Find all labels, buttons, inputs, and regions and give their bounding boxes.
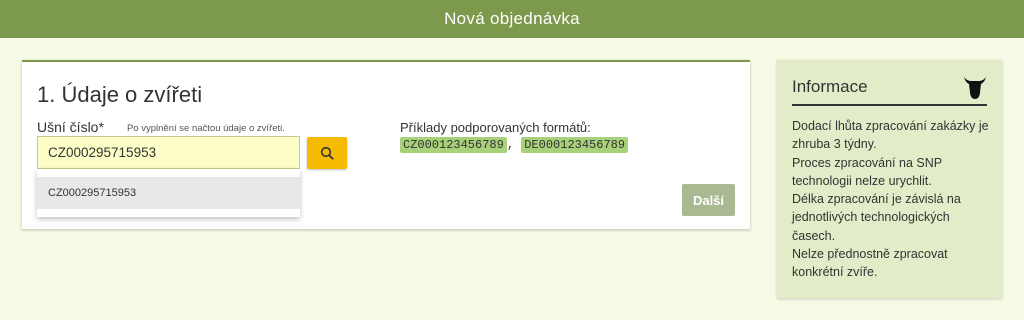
ear-number-label: Ušní číslo* xyxy=(37,119,104,135)
example-format-tag: DE000123456789 xyxy=(521,137,629,153)
ear-number-hint: Po vyplnění se načtou údaje o zvířeti. xyxy=(127,123,285,134)
page-title: Nová objednávka xyxy=(444,9,580,28)
example-format-tag: CZ000123456789 xyxy=(400,137,507,153)
section-title: 1. Údaje o zvířeti xyxy=(37,82,203,107)
examples-label: Příklady podporovaných formátů: xyxy=(400,120,591,135)
info-line: Nelze přednostně zpracovat konkrétní zví… xyxy=(792,247,948,280)
autocomplete-dropdown: CZ000295715953 xyxy=(37,169,300,217)
info-line: Proces zpracování na SNP technologii nel… xyxy=(792,155,942,188)
search-icon xyxy=(320,146,334,160)
info-text: Dodací lhůta zpracování zakázky je zhrub… xyxy=(792,117,992,282)
next-button[interactable]: Další xyxy=(682,184,735,216)
page-header: Nová objednávka xyxy=(0,0,1024,38)
info-title: Informace xyxy=(792,77,868,96)
animal-details-card: 1. Údaje o zvířeti Ušní číslo* Po vyplně… xyxy=(22,60,750,229)
info-header: Informace xyxy=(792,74,987,106)
info-panel: Informace Dodací lhůta zpracování zakázk… xyxy=(777,60,1002,298)
ear-number-input[interactable] xyxy=(37,136,300,169)
search-button[interactable] xyxy=(307,137,347,169)
autocomplete-option[interactable]: CZ000295715953 xyxy=(37,177,300,209)
cow-head-icon xyxy=(964,77,986,99)
info-line: Délka zpracování je závislá na jednotliv… xyxy=(792,192,961,243)
info-line: Dodací lhůta zpracování zakázky je zhrub… xyxy=(792,119,989,152)
examples-list: CZ000123456789, DE000123456789 xyxy=(400,137,629,153)
examples-separator: , xyxy=(506,138,515,152)
